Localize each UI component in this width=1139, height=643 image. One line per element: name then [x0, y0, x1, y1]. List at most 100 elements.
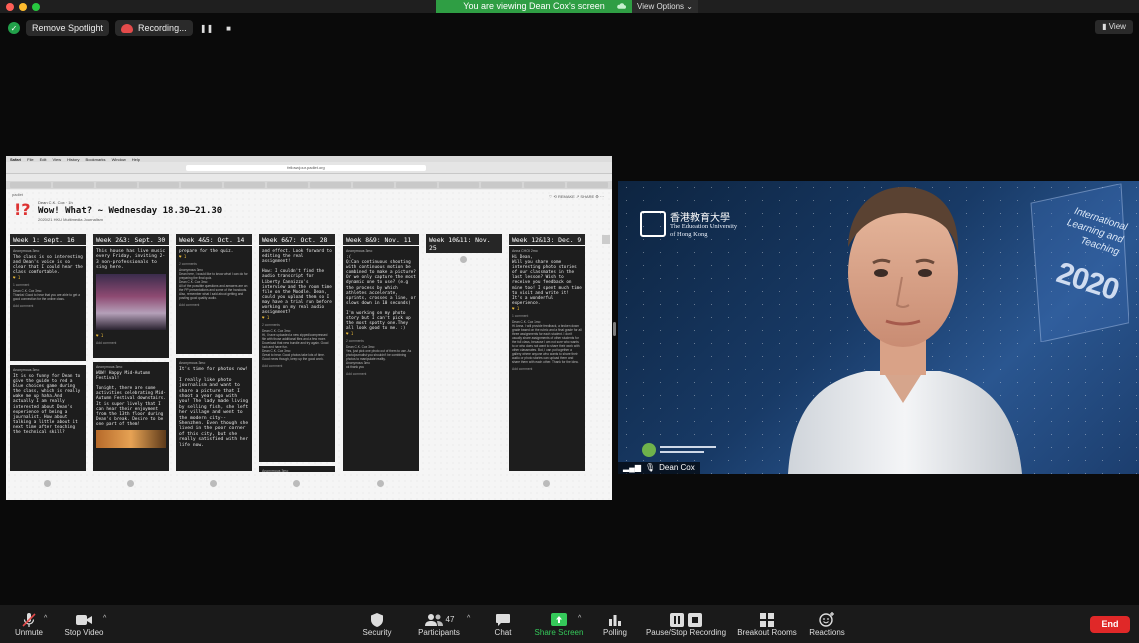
add-post-button[interactable] [543, 480, 550, 487]
like-count[interactable]: ♥ 1 [13, 275, 83, 280]
browser-toolbar: fellowcjour.padlet.org [6, 162, 612, 174]
cloud-icon [617, 3, 626, 9]
post-card[interactable]: prepare for the quiz. ♥ 12 comments Anonym… [176, 246, 252, 354]
add-post-button[interactable] [127, 480, 134, 487]
view-options-button[interactable]: View Options ⌄ [632, 0, 698, 13]
add-post-button[interactable] [377, 480, 384, 487]
column-title[interactable]: Week 4&5: Oct. 14 [176, 234, 252, 245]
add-post-button[interactable] [460, 256, 467, 263]
board-column: Week 10&11: Nov. 25 [426, 234, 502, 263]
menubar-item[interactable]: Window [112, 157, 126, 162]
participants-options-caret[interactable]: ^ [467, 615, 470, 622]
post-card[interactable]: Anonymous 3mo It's time for photos now! I… [176, 358, 252, 471]
close-window-button[interactable] [6, 3, 14, 11]
bar-chart-icon [598, 611, 632, 628]
add-post-button[interactable] [293, 480, 300, 487]
like-count[interactable]: ♥ 1 [346, 331, 416, 336]
comment-thread: Dean C.K. Cox 3mo Thanks! Good to hear t… [13, 289, 80, 302]
menubar-item[interactable]: View [52, 157, 61, 162]
maximize-window-button[interactable] [32, 3, 40, 11]
audio-options-caret[interactable]: ^ [44, 615, 47, 622]
chevron-down-icon: ⌄ [686, 2, 693, 11]
reactions-label: Reactions [809, 628, 845, 637]
view-options-label: View Options [637, 2, 685, 11]
participant-name-tag: ▂▄▆ 🎙 Dean Cox [618, 462, 700, 474]
post-photo[interactable] [96, 273, 166, 330]
post-body: This house has live music every Friday, … [96, 249, 168, 271]
post-card[interactable]: Anonymous 3mo [259, 466, 335, 472]
column-title[interactable]: Week 12&13: Dec. 9 [509, 234, 585, 245]
comment-thread: Dean C.K. Cox 3mo Yes, just pick one pho… [346, 345, 412, 370]
add-comment-link[interactable]: Add comment [96, 341, 166, 345]
stop-recording-button[interactable]: ■ [221, 20, 237, 36]
remove-spotlight-label: Remove Spotlight [32, 23, 104, 33]
video-options-caret[interactable]: ^ [103, 615, 106, 622]
post-card[interactable]: Anonymous 3mo WOW! Happy Mid-Autumn Festi… [93, 362, 169, 471]
add-post-button[interactable] [44, 480, 51, 487]
pause-stop-recording-button[interactable]: Pause/Stop Recording [644, 611, 728, 641]
menubar-item[interactable]: Edit [40, 157, 47, 162]
column-title[interactable]: Week 1: Sept. 16 [10, 234, 86, 245]
post-card[interactable]: This house has live music every Friday, … [93, 246, 169, 358]
view-button-label: View [1108, 22, 1126, 31]
unmute-button[interactable]: Unmute [10, 611, 48, 641]
minimize-window-button[interactable] [19, 3, 27, 11]
menubar-item[interactable]: Safari [10, 157, 21, 162]
post-card[interactable]: Anonymous 3mo:( Q:Can continuous shootin… [343, 246, 419, 471]
board-meta: Dean C.K. Cox · 1h [38, 200, 73, 205]
share-options-caret[interactable]: ^ [578, 615, 581, 622]
split-view-handle[interactable] [613, 322, 616, 336]
add-comment-link[interactable]: Add comment [179, 303, 249, 307]
breakout-rooms-button[interactable]: Breakout Rooms [736, 611, 798, 641]
view-button[interactable]: ▮ View [1095, 20, 1133, 34]
polling-button[interactable]: Polling [598, 611, 632, 641]
add-comment-link[interactable]: Add comment [13, 304, 83, 308]
column-title[interactable]: Week 2&3: Sept. 30 [93, 234, 169, 245]
menubar-item[interactable]: Bookmarks [86, 157, 106, 162]
chat-button[interactable]: Chat [488, 611, 518, 641]
columns-scroll-button[interactable] [602, 235, 610, 244]
add-comment-link[interactable]: Add comment [346, 372, 416, 376]
post-card[interactable]: Anna CHOI 2mo Hi Dean, Will you share som… [509, 246, 585, 471]
add-post-button[interactable] [210, 480, 217, 487]
board-column: Week 4&5: Oct. 14 prepare for the quiz. ♥ … [176, 234, 252, 471]
stop-icon [688, 612, 702, 627]
remove-spotlight-button[interactable]: Remove Spotlight [26, 20, 110, 36]
post-body: The class is so interesting and Dean's v… [13, 255, 86, 276]
board-column: Week 12&13: Dec. 9 Anna CHOI 2mo Hi Dean, … [509, 234, 585, 471]
add-comment-link[interactable]: Add comment [512, 367, 582, 371]
post-card[interactable]: Anonymous 3mo It is so funny for Dean to … [10, 365, 86, 471]
participants-button[interactable]: 47 Participants [412, 611, 466, 641]
end-meeting-button[interactable]: End [1090, 616, 1130, 633]
security-shield-icon: ✓ [8, 22, 20, 34]
reactions-button[interactable]: Reactions [806, 611, 848, 641]
column-title[interactable]: Week 10&11: Nov. 25 [426, 234, 502, 253]
pause-recording-button[interactable]: ❚❚ [199, 20, 215, 36]
menubar-item[interactable]: Help [132, 157, 140, 162]
like-count[interactable]: ♥ 1 [179, 254, 249, 259]
university-logo [640, 211, 666, 237]
menubar-item[interactable]: History [67, 157, 79, 162]
post-card[interactable]: Anonymous 3mo The class is so interesting… [10, 246, 86, 361]
recording-label: Recording... [138, 23, 187, 33]
like-count[interactable]: ♥ 1 [262, 315, 332, 320]
recording-cloud-icon [121, 23, 134, 33]
board-actions[interactable]: ♡ ⟲ REMAKE ↗ SHARE ⚙ ··· [549, 194, 604, 199]
board-columns: Week 1: Sept. 16 Anonymous 3mo The class i… [10, 234, 610, 487]
menubar-item[interactable]: File [27, 157, 33, 162]
university-name-en: The Education University of Hong Kong [670, 223, 738, 238]
view-layout-icon: ▮ [1102, 22, 1107, 31]
url-bar[interactable]: fellowcjour.padlet.org [186, 165, 426, 171]
breakout-grid-icon [736, 611, 798, 628]
participant-video[interactable]: 香港教育大學 The Education University of Hong … [618, 181, 1139, 474]
column-title[interactable]: Week 6&7: Oct. 28 [259, 234, 335, 245]
post-photo[interactable] [96, 430, 166, 449]
security-button[interactable]: Security [358, 611, 396, 641]
like-count[interactable]: ♥ 1 [96, 333, 166, 338]
column-title[interactable]: Week 8&9: Nov. 11 [343, 234, 419, 245]
add-comment-link[interactable]: Add comment [262, 364, 332, 368]
like-count[interactable]: ♥ 1 [512, 306, 582, 311]
security-label: Security [362, 628, 392, 637]
stop-video-button[interactable]: Stop Video [62, 611, 106, 641]
post-card[interactable]: and effect. Look forward to editing the … [259, 246, 335, 462]
